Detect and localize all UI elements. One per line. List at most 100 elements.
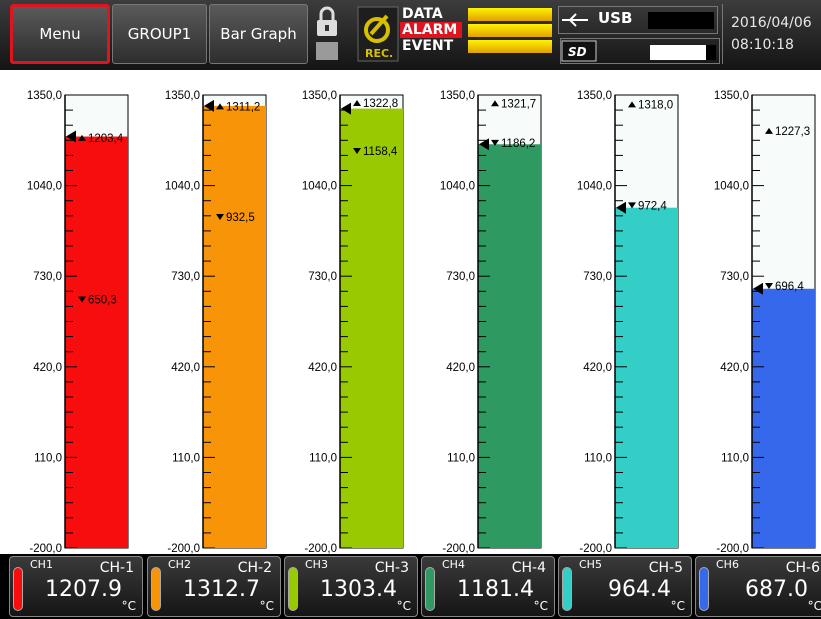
bar-graph-chart: 1350,0 1040,0 730,0 420,0 110,0 -200,0 1203,4 6… — [27, 90, 816, 554]
channel-box-3[interactable]: CH3 CH-3 1303.4 °C — [284, 556, 418, 617]
bar-graph-button[interactable]: Bar Graph — [209, 4, 308, 64]
channel-color-indicator — [151, 567, 161, 611]
channel-tag: CH-6 — [785, 560, 820, 576]
usb-status — [558, 6, 718, 34]
tick-label: 1350,0 — [577, 90, 612, 102]
tick-label: -200,0 — [716, 543, 749, 554]
tick-label: -200,0 — [579, 543, 612, 554]
tick-label: -200,0 — [167, 543, 200, 554]
channel-tag: CH-2 — [237, 560, 272, 576]
channel-column-1: 1350,0 1040,0 730,0 420,0 110,0 -200,0 1203,4 6… — [27, 90, 129, 554]
tick-label: 420,0 — [446, 362, 475, 374]
channel-unit: °C — [670, 599, 685, 613]
event-status-bar — [468, 40, 552, 53]
bar-value — [203, 105, 266, 548]
channel-color-indicator — [562, 567, 572, 611]
tick-label: 1040,0 — [714, 181, 749, 193]
tick-label: 730,0 — [583, 271, 612, 283]
min-value-label: 1158,4 — [363, 146, 398, 158]
tick-label: -200,0 — [442, 543, 475, 554]
tick-label: 110,0 — [34, 452, 62, 464]
event-status-label: EVENT — [402, 38, 454, 54]
alarm-status-bar — [468, 24, 552, 37]
tick-label: 110,0 — [447, 452, 475, 464]
tick-label: 420,0 — [308, 362, 337, 374]
channel-value: 687.0 — [745, 577, 808, 602]
channel-value: 964.4 — [608, 577, 671, 602]
group-button[interactable]: GROUP1 — [112, 4, 207, 64]
channel-box-6[interactable]: CH6 CH-6 687.0 °C — [695, 556, 821, 617]
channel-unit: °C — [121, 599, 136, 613]
tick-label: -200,0 — [304, 543, 337, 554]
max-value-label: 1321,7 — [501, 98, 536, 110]
channel-unit: °C — [259, 599, 274, 613]
tick-label: 730,0 — [33, 271, 62, 283]
tick-label: 1040,0 — [440, 181, 475, 193]
tick-label: 420,0 — [583, 362, 612, 374]
bar-value — [615, 207, 678, 548]
bar-value — [340, 108, 403, 548]
min-value-label: 696,4 — [775, 281, 804, 293]
data-status-label: DATA — [402, 6, 443, 22]
min-value-label: 932,5 — [226, 212, 255, 224]
tick-label: 730,0 — [308, 271, 337, 283]
tick-label: 1350,0 — [302, 90, 337, 102]
max-value-label: 1227,3 — [775, 126, 810, 138]
tick-label: 110,0 — [584, 452, 612, 464]
usb-label: USB — [598, 9, 633, 27]
channel-tag: CH-1 — [99, 560, 134, 576]
sd-label: SD — [568, 45, 587, 59]
tick-label: 1040,0 — [302, 181, 337, 193]
bar-value — [65, 136, 128, 548]
rec-label: REC. — [365, 47, 394, 60]
tick-label: 1350,0 — [714, 90, 749, 102]
tick-label: 420,0 — [33, 362, 62, 374]
sd-card-icon: SD — [561, 40, 597, 62]
channel-color-indicator — [425, 567, 435, 611]
channel-value: 1207.9 — [45, 577, 122, 602]
channel-column-3: 1350,0 1040,0 730,0 420,0 110,0 -200,0 1322,8 1… — [302, 90, 404, 554]
channel-color-indicator — [699, 567, 709, 611]
tick-label: 110,0 — [172, 452, 200, 464]
channel-number: CH3 — [305, 558, 328, 571]
sd-status: SD — [560, 38, 720, 64]
date-text: 2016/04/06 — [731, 15, 812, 31]
channel-value: 1303.4 — [320, 577, 397, 602]
max-value-label: 1311,2 — [226, 101, 260, 113]
min-value-label: 972,4 — [638, 200, 667, 212]
channel-box-2[interactable]: CH2 CH-2 1312.7 °C — [147, 556, 281, 617]
channel-column-4: 1350,0 1040,0 730,0 420,0 110,0 -200,0 1321,7 1… — [440, 90, 542, 554]
menu-button[interactable]: Menu — [10, 4, 110, 64]
channel-number: CH6 — [716, 558, 739, 571]
channel-column-5: 1350,0 1040,0 730,0 420,0 110,0 -200,0 1318,0 9… — [577, 90, 679, 554]
tick-label: 1040,0 — [27, 181, 62, 193]
tick-label: 1350,0 — [440, 90, 475, 102]
usb-icon — [562, 13, 588, 27]
channel-unit: °C — [533, 599, 548, 613]
top-toolbar: Menu GROUP1 Bar Graph REC. DATA ALARM EV… — [0, 0, 821, 70]
channel-color-indicator — [13, 567, 23, 611]
channel-unit: °C — [807, 599, 821, 613]
tick-label: 730,0 — [720, 271, 749, 283]
lock-icon[interactable] — [312, 6, 342, 62]
tick-label: 1350,0 — [27, 90, 62, 102]
min-value-label: 1186,2 — [501, 138, 535, 150]
channel-value: 1181.4 — [457, 577, 534, 602]
datetime-display: 2016/04/06 08:10:18 — [722, 4, 821, 64]
tick-label: 1040,0 — [577, 181, 612, 193]
channel-column-6: 1350,0 1040,0 730,0 420,0 110,0 -200,0 1227,3 6… — [714, 90, 816, 554]
tick-label: 420,0 — [720, 362, 749, 374]
channel-box-5[interactable]: CH5 CH-5 964.4 °C — [558, 556, 692, 617]
channel-box-1[interactable]: CH1 CH-1 1207.9 °C — [9, 556, 143, 617]
channel-value-strip: CH1 CH-1 1207.9 °C CH2 CH-2 1312.7 °C CH3 CH-3 130… — [0, 554, 821, 619]
channel-box-4[interactable]: CH4 CH-4 1181.4 °C — [421, 556, 555, 617]
channel-tag: CH-5 — [648, 560, 683, 576]
tick-label: 110,0 — [309, 452, 337, 464]
tick-label: 420,0 — [171, 362, 200, 374]
max-value-label: 1322,8 — [363, 98, 398, 110]
max-value-label: 1318,0 — [638, 99, 673, 111]
bar-value — [752, 288, 815, 548]
channel-number: CH5 — [579, 558, 602, 571]
channel-number: CH4 — [442, 558, 465, 571]
time-text: 08:10:18 — [731, 37, 794, 53]
